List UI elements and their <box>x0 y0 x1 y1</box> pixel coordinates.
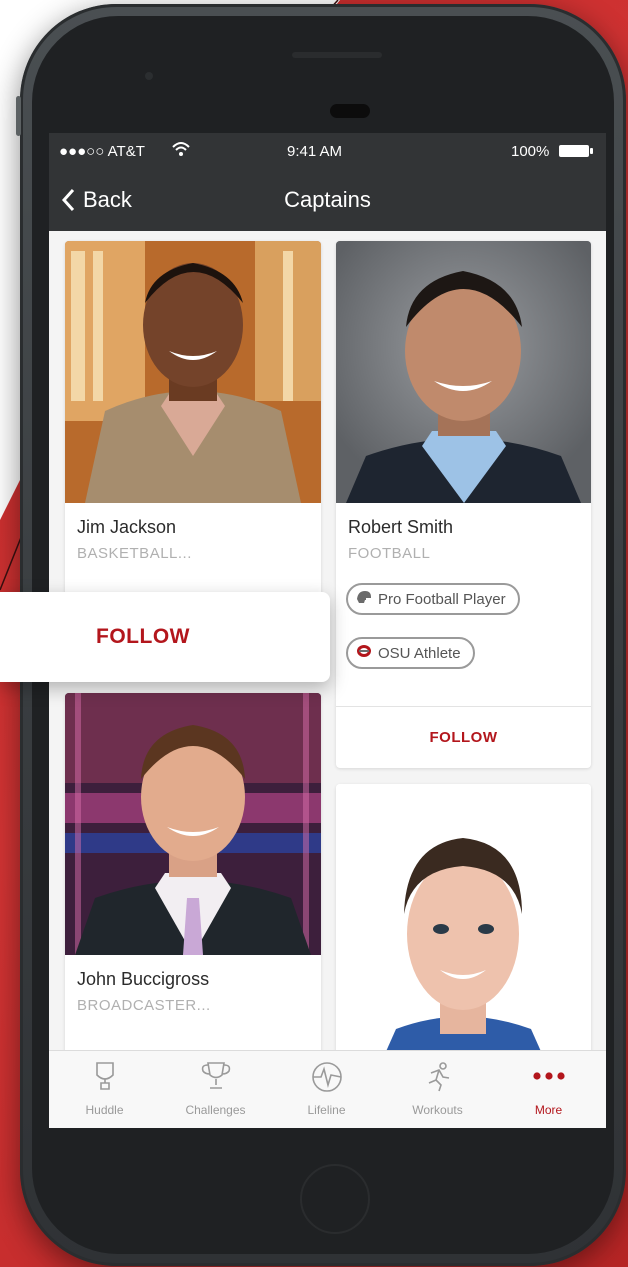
more-dots-icon <box>493 1061 604 1095</box>
captain-card-robert-smith[interactable]: Robert Smith FOOTBALL Pro Football Playe… <box>336 241 591 768</box>
tab-label: Huddle <box>85 1103 124 1117</box>
status-bar: ●●●○○ AT&T 9:41 AM 100% <box>49 133 606 169</box>
clock: 9:41 AM <box>287 143 343 160</box>
tab-lifeline[interactable]: Lifeline <box>271 1051 382 1128</box>
tab-bar: Huddle Challenges Lifeline Workouts More <box>49 1050 606 1128</box>
wifi-icon <box>171 140 191 162</box>
heartbeat-icon <box>271 1061 382 1095</box>
tag-pro-football-player[interactable]: Pro Football Player <box>346 583 520 615</box>
captain-photo <box>336 784 591 1074</box>
football-helmet-icon <box>356 590 372 608</box>
home-button[interactable] <box>300 1164 370 1234</box>
battery-percent: 100% <box>511 143 550 160</box>
captain-card-john-buccigross[interactable]: John Buccigross BROADCASTER... <box>65 693 321 1063</box>
page-title: Captains <box>284 187 371 212</box>
battery-icon <box>559 145 593 157</box>
captain-card-jim-jackson[interactable]: Jim Jackson BASKETBALL... <box>65 241 321 636</box>
tab-more[interactable]: More <box>493 1051 604 1128</box>
follow-button[interactable]: FOLLOW <box>336 706 591 768</box>
tab-huddle[interactable]: Huddle <box>49 1051 160 1128</box>
tab-label: Lifeline <box>307 1103 346 1117</box>
captain-name: Jim Jackson <box>77 517 177 537</box>
front-sensor <box>145 72 153 80</box>
tab-challenges[interactable]: Challenges <box>160 1051 271 1128</box>
runner-icon <box>382 1061 493 1095</box>
tab-label: Challenges <box>185 1103 246 1117</box>
tag-label: OSU Athlete <box>378 644 461 662</box>
captain-name: John Buccigross <box>77 969 210 989</box>
captain-photo <box>65 241 321 503</box>
tab-label: Workouts <box>412 1103 463 1117</box>
earpiece-speaker <box>292 52 382 58</box>
osu-logo-icon <box>356 644 372 662</box>
carrier-label: ●●●○○ AT&T <box>59 143 145 160</box>
captain-photo <box>336 241 591 503</box>
follow-button-popout[interactable]: FOLLOW <box>0 592 330 682</box>
captain-photo <box>65 693 321 955</box>
captain-sport: FOOTBALL <box>348 545 431 562</box>
trophy-cup-icon <box>49 1061 160 1095</box>
captain-card-4[interactable] <box>336 784 591 1074</box>
tab-label: More <box>534 1103 563 1117</box>
front-camera <box>330 104 370 118</box>
captain-sport: BROADCASTER... <box>77 997 211 1014</box>
captain-sport: BASKETBALL... <box>77 545 192 562</box>
captain-name: Robert Smith <box>348 517 454 537</box>
tab-workouts[interactable]: Workouts <box>382 1051 493 1128</box>
tag-label: Pro Football Player <box>378 590 506 608</box>
tag-osu-athlete[interactable]: OSU Athlete <box>346 637 475 669</box>
mute-switch <box>16 96 21 136</box>
trophy-icon <box>160 1061 271 1095</box>
navigation-bar: Back Captains <box>49 169 606 231</box>
